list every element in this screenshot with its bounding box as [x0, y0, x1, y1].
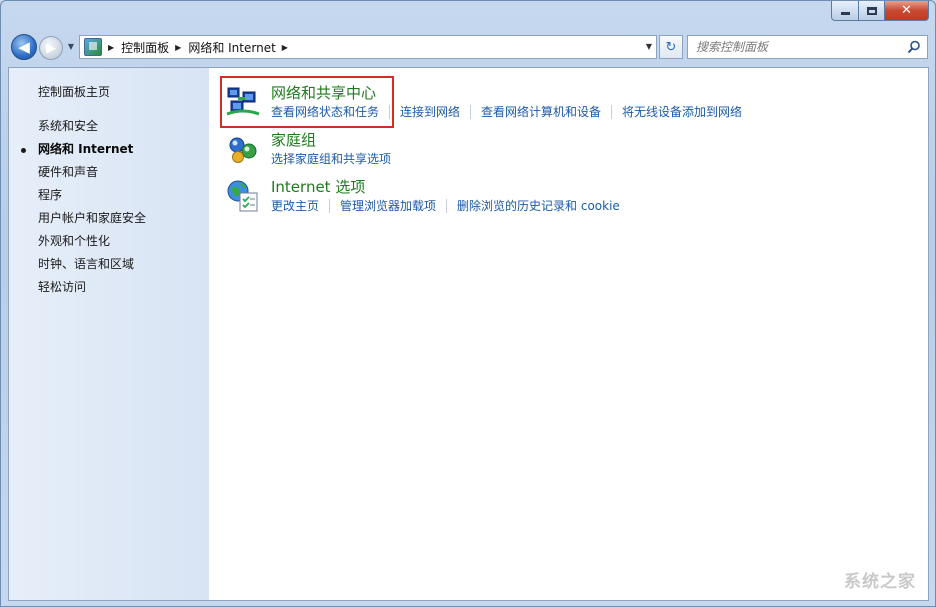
close-button[interactable]: ✕ — [885, 1, 929, 21]
link-delete-browsing-history[interactable]: 删除浏览的历史记录和 cookie — [457, 199, 630, 213]
sidebar-item-user-accounts[interactable]: 用户帐户和家庭安全 — [9, 207, 209, 230]
navigation-bar: ◀ ▶ ▼ ▶ 控制面板 ▶ 网络和 Internet ▶ ▼ ↻ — [9, 34, 928, 62]
link-view-network-status[interactable]: 查看网络状态和任务 — [271, 105, 391, 119]
content-area: 控制面板主页 系统和安全 网络和 Internet 硬件和声音 程序 用户帐户和… — [8, 67, 929, 601]
sidebar-item-network-internet[interactable]: 网络和 Internet — [9, 138, 209, 161]
sidebar-item-system-security[interactable]: 系统和安全 — [9, 115, 209, 138]
control-panel-icon — [84, 38, 102, 56]
breadcrumb-control-panel[interactable]: 控制面板 — [121, 39, 169, 56]
category-links: 查看网络状态和任务 连接到网络 查看网络计算机和设备 将无线设备添加到网络 — [271, 105, 762, 119]
watermark-logo: 系统之家 — [844, 572, 916, 592]
minimize-button[interactable] — [831, 1, 859, 21]
breadcrumb-separator-icon[interactable]: ▶ — [282, 43, 288, 52]
chevron-down-icon: ▼ — [67, 42, 75, 51]
address-bar[interactable]: ▶ 控制面板 ▶ 网络和 Internet ▶ ▼ — [79, 35, 657, 59]
refresh-icon: ↻ — [665, 39, 677, 55]
back-button[interactable]: ◀ — [11, 34, 37, 60]
sidebar-item-home[interactable]: 控制面板主页 — [9, 81, 209, 104]
breadcrumb-separator-icon[interactable]: ▶ — [175, 43, 181, 52]
sidebar-item-ease-of-access[interactable]: 轻松访问 — [9, 276, 209, 299]
link-change-home-page[interactable]: 更改主页 — [271, 199, 331, 213]
sidebar-item-appearance[interactable]: 外观和个性化 — [9, 230, 209, 253]
network-sharing-center-icon[interactable] — [225, 84, 261, 120]
close-icon: ✕ — [901, 3, 912, 18]
category-internet-options: Internet 选项 更改主页 管理浏览器加载项 删除浏览的历史记录和 coo… — [225, 176, 928, 223]
homegroup-icon[interactable] — [225, 131, 261, 167]
category-title-internet-options[interactable]: Internet 选项 — [271, 178, 365, 197]
sidebar-item-clock-language[interactable]: 时钟、语言和区域 — [9, 253, 209, 276]
category-title-homegroup[interactable]: 家庭组 — [271, 131, 316, 150]
sidebar-item-hardware-sound[interactable]: 硬件和声音 — [9, 161, 209, 184]
link-homegroup-sharing-options[interactable]: 选择家庭组和共享选项 — [271, 152, 401, 166]
forward-button[interactable]: ▶ — [39, 36, 63, 60]
link-view-network-computers[interactable]: 查看网络计算机和设备 — [481, 105, 613, 119]
link-connect-to-network[interactable]: 连接到网络 — [400, 105, 472, 119]
category-network-sharing-center: 网络和共享中心 查看网络状态和任务 连接到网络 查看网络计算机和设备 将无线设备… — [225, 82, 928, 129]
maximize-button[interactable] — [859, 1, 885, 21]
category-links: 选择家庭组和共享选项 — [271, 152, 411, 166]
main-panel: 网络和共享中心 查看网络状态和任务 连接到网络 查看网络计算机和设备 将无线设备… — [209, 68, 928, 600]
recent-pages-dropdown[interactable]: ▼ — [66, 42, 76, 52]
maximize-icon — [866, 6, 877, 15]
breadcrumb-network-internet[interactable]: 网络和 Internet — [188, 39, 275, 56]
internet-options-icon[interactable] — [225, 178, 261, 214]
link-manage-browser-addons[interactable]: 管理浏览器加载项 — [340, 199, 448, 213]
category-links: 更改主页 管理浏览器加载项 删除浏览的历史记录和 cookie — [271, 199, 640, 213]
sidebar: 控制面板主页 系统和安全 网络和 Internet 硬件和声音 程序 用户帐户和… — [9, 68, 209, 600]
back-arrow-icon: ◀ — [18, 38, 30, 56]
link-add-wireless-device[interactable]: 将无线设备添加到网络 — [622, 105, 752, 119]
category-title-network-sharing-center[interactable]: 网络和共享中心 — [271, 84, 376, 103]
address-dropdown-icon[interactable]: ▼ — [646, 42, 652, 51]
minimize-icon — [840, 12, 850, 15]
category-homegroup: 家庭组 选择家庭组和共享选项 — [225, 129, 928, 176]
breadcrumb-separator-icon[interactable]: ▶ — [108, 43, 114, 52]
search-input[interactable] — [696, 40, 896, 54]
search-icon[interactable] — [907, 40, 921, 54]
search-box[interactable] — [687, 35, 928, 59]
refresh-button[interactable]: ↻ — [659, 35, 683, 59]
control-panel-window: ✕ ◀ ▶ ▼ ▶ 控制面板 ▶ 网络和 Internet ▶ ▼ ↻ 搜索控制… — [0, 0, 936, 607]
forward-arrow-icon: ▶ — [46, 40, 56, 56]
sidebar-item-programs[interactable]: 程序 — [9, 184, 209, 207]
caption-buttons: ✕ — [831, 1, 929, 21]
